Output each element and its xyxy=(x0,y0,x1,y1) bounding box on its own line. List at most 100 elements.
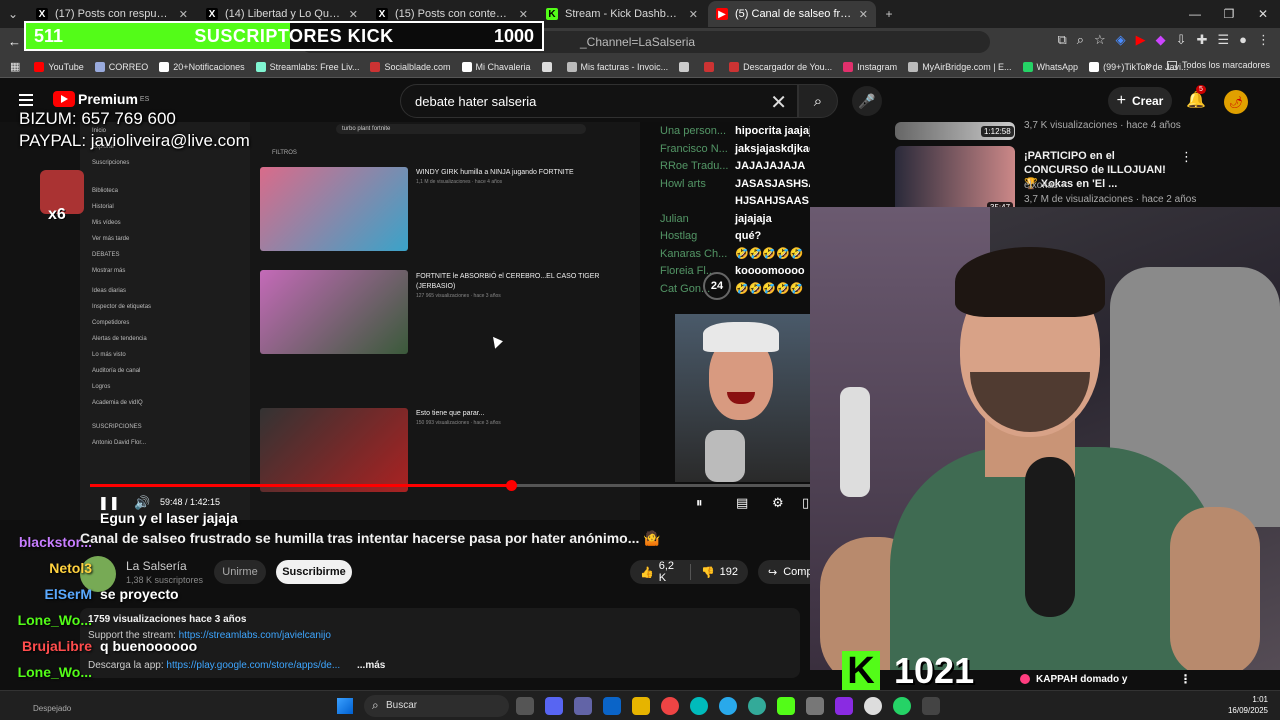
settings-gear-icon[interactable]: ⚙ xyxy=(772,495,784,511)
bookmark-item[interactable]: CORREO xyxy=(94,61,148,72)
subtitles-icon[interactable]: ▤ xyxy=(736,495,748,511)
youtube-ext-icon[interactable]: ▶ xyxy=(1136,32,1146,48)
download-icon[interactable]: ⇩ xyxy=(1176,32,1187,48)
bookmark-item[interactable]: Descargador de You... xyxy=(729,61,832,72)
app-icon[interactable] xyxy=(922,697,940,715)
file-explorer-icon[interactable] xyxy=(632,697,650,715)
extension-icon[interactable]: ◈ xyxy=(1116,32,1126,48)
hamburger-menu-icon[interactable] xyxy=(19,94,33,106)
edge-icon[interactable] xyxy=(690,697,708,715)
close-tab-icon[interactable]: ✕ xyxy=(349,8,358,21)
support-link[interactable]: https://streamlabs.com/javielcanijo xyxy=(179,630,331,641)
suggestion-more-icon[interactable]: ⋮ xyxy=(1180,149,1193,165)
apps-grid-icon[interactable]: ▦ xyxy=(10,60,20,73)
profile-icon[interactable]: ● xyxy=(1239,32,1247,48)
clear-search-icon[interactable]: ✕ xyxy=(770,90,787,115)
bookmark-item[interactable]: Mi Chavaleria xyxy=(461,61,531,72)
bookmark-item[interactable] xyxy=(541,61,556,72)
autoplay-toggle[interactable]: ⏸ xyxy=(696,495,703,511)
account-avatar[interactable]: 🌶 xyxy=(1224,90,1248,114)
zoom-icon[interactable]: ⌕ xyxy=(1077,32,1084,48)
close-tab-icon[interactable]: ✕ xyxy=(519,8,528,21)
show-more-button[interactable]: ...más xyxy=(357,660,385,671)
close-tab-icon[interactable]: ✕ xyxy=(689,8,698,21)
inner-sidebar-item: Mis vídeos xyxy=(92,220,121,226)
subscribe-button[interactable]: Suscribirme xyxy=(276,560,352,584)
like-button[interactable]: 👍 6,2 K xyxy=(630,560,690,584)
youtube-icon: ▶ xyxy=(716,8,728,20)
sub-goal-label: SUSCRIPTORES KICK xyxy=(194,25,394,46)
tab-title: (5) Canal de salseo frustrad xyxy=(735,8,853,20)
app-icon[interactable] xyxy=(806,697,824,715)
network-icon[interactable] xyxy=(748,697,766,715)
discord-icon[interactable] xyxy=(545,697,563,715)
app-icon[interactable] xyxy=(864,697,882,715)
channel-name[interactable]: La Salsería xyxy=(126,559,187,573)
teams-icon[interactable] xyxy=(574,697,592,715)
bookmarks-overflow-button[interactable]: » xyxy=(1146,60,1152,72)
system-clock[interactable]: 1:01 16/09/2025 xyxy=(1228,694,1268,716)
video-player[interactable]: Inicio Explorar Suscripciones Biblioteca His… xyxy=(0,122,810,520)
chat-message-row: Netol3 xyxy=(0,560,100,576)
more-icon[interactable]: ⋮ xyxy=(1257,32,1270,48)
bookmark-item[interactable]: WhatsApp xyxy=(1022,61,1078,72)
bookmark-item[interactable]: 20+Notificaciones xyxy=(159,61,245,72)
notifications-button[interactable]: 🔔 5 xyxy=(1186,85,1206,110)
pause-icon[interactable]: ❚❚ xyxy=(98,495,120,511)
maximize-button[interactable]: ❐ xyxy=(1212,0,1246,28)
bell-icon: 🔔 xyxy=(1186,92,1206,109)
voice-search-button[interactable]: 🎤 xyxy=(852,86,882,116)
bookmark-item[interactable]: Mis facturas - Invoic... xyxy=(566,61,668,72)
bookmark-item[interactable]: YouTube xyxy=(34,61,84,72)
microphone-icon: 🎤 xyxy=(858,92,876,109)
vidiq-icon[interactable]: ◆ xyxy=(1156,32,1166,48)
telegram-icon[interactable] xyxy=(719,697,737,715)
chrome-icon[interactable] xyxy=(661,697,679,715)
join-button[interactable]: Unirme xyxy=(214,560,266,584)
bookmark-item[interactable]: Socialblade.com xyxy=(370,61,451,72)
paypal-email: PAYPAL: javioliveira@live.com xyxy=(19,131,250,150)
bookmark-star-icon[interactable]: ☆ xyxy=(1094,32,1106,48)
puzzle-icon[interactable]: ✚ xyxy=(1197,32,1208,48)
outlook-icon[interactable] xyxy=(603,697,621,715)
close-tab-icon[interactable]: ✕ xyxy=(179,8,188,21)
chat-username: Lone_Wo... xyxy=(17,612,92,628)
app-link[interactable]: https://play.google.com/store/apps/de... xyxy=(166,660,340,671)
minimize-button[interactable]: — xyxy=(1178,0,1212,28)
bookmark-item[interactable]: MyAirBridge.com | E... xyxy=(908,61,1012,72)
search-input[interactable]: debate hater salseria ✕ xyxy=(400,84,798,118)
bookmark-item[interactable] xyxy=(679,61,693,72)
volume-icon[interactable]: 🔊 xyxy=(134,495,150,511)
search-button[interactable]: ⌕ xyxy=(798,84,838,118)
create-button[interactable]: + Crear xyxy=(1108,87,1172,115)
theater-icon[interactable]: ▯ xyxy=(802,495,809,511)
new-tab-button[interactable]: + xyxy=(876,3,902,25)
close-tab-icon[interactable]: ✕ xyxy=(859,8,868,21)
menu-icon[interactable]: ☰ xyxy=(1217,32,1229,48)
mouse-cursor-icon xyxy=(493,335,504,349)
taskbar-search[interactable]: Buscar xyxy=(364,695,509,717)
youtube-logo[interactable]: Premium ES xyxy=(53,91,149,107)
browser-tab[interactable]: ▶ (5) Canal de salseo frustrad ✕ xyxy=(708,1,876,27)
weather-label: Despejado xyxy=(33,704,72,713)
dislike-button[interactable]: 👎 192 xyxy=(691,566,748,579)
back-icon[interactable]: ← xyxy=(8,34,21,49)
bookmark-item[interactable] xyxy=(704,61,718,72)
kick-app-icon[interactable] xyxy=(777,697,795,715)
all-bookmarks-button[interactable]: Todos los marcadores xyxy=(1166,60,1270,70)
video-progress-bar[interactable] xyxy=(90,480,810,491)
windows-start-icon[interactable] xyxy=(337,698,353,714)
window-controls: — ❐ ✕ xyxy=(1178,0,1280,28)
kappah-suggestion[interactable]: KAPPAH domado y ⋮ xyxy=(1020,672,1192,686)
tab-search-icon[interactable]: ⌄ xyxy=(0,3,26,25)
close-window-button[interactable]: ✕ xyxy=(1246,0,1280,28)
cast-icon[interactable]: ⧉ xyxy=(1057,32,1066,48)
bookmark-item[interactable]: Instagram xyxy=(843,61,897,72)
kappah-more-icon[interactable]: ⋮ xyxy=(1180,672,1192,686)
notification-count-badge: 5 xyxy=(1196,85,1206,94)
whatsapp-icon[interactable] xyxy=(893,697,911,715)
browser-tab[interactable]: K Stream - Kick Dashboard ✕ xyxy=(538,1,706,27)
bookmark-item[interactable]: Streamlabs: Free Liv... xyxy=(255,61,359,72)
app-icon[interactable] xyxy=(835,697,853,715)
task-view-icon[interactable] xyxy=(516,697,534,715)
